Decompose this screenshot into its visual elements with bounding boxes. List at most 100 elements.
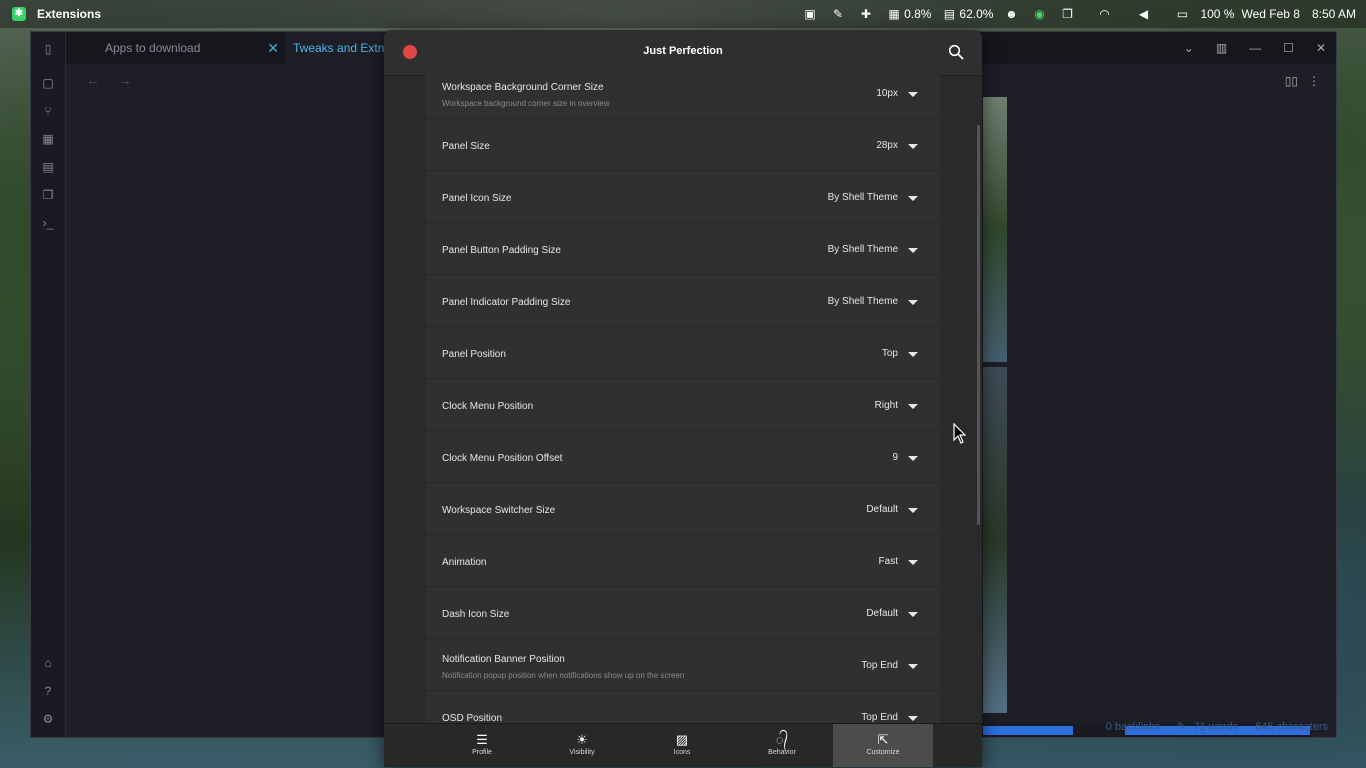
setting-row: Workspace Switcher Size Default <box>426 483 940 535</box>
dropdown-arrow-icon[interactable] <box>908 404 918 409</box>
dropdown-arrow-icon[interactable] <box>908 196 918 201</box>
system-tray: ▣ ✎ ✚ ▦ 0.8% ▤ 62.0% ☻ ◉ ❐ ◠ ◀ ▭ 100 % Wed … <box>792 0 1356 28</box>
setting-dropdown-value[interactable]: Default <box>866 608 898 619</box>
copy-icon[interactable]: ❐ <box>41 188 55 202</box>
setting-dropdown-value[interactable]: By Shell Theme <box>828 192 898 203</box>
dropdown-arrow-icon[interactable] <box>908 508 918 513</box>
tab-visibility[interactable]: ☀ Visibility <box>532 724 632 767</box>
tab-label: Profile <box>472 749 492 756</box>
files-icon[interactable]: ▢ <box>41 76 55 90</box>
canvas-icon[interactable]: ▦ <box>41 132 55 146</box>
volume-indicator[interactable]: ◀ <box>1136 7 1153 21</box>
active-app-name[interactable]: Extensions <box>37 7 101 21</box>
close-window-icon[interactable]: ✕ <box>1316 41 1326 55</box>
more-options-icon[interactable]: ⋮ <box>1308 74 1320 88</box>
back-arrow-icon[interactable]: ← <box>86 72 100 88</box>
setting-dropdown-value[interactable]: Right <box>875 400 898 411</box>
ribbon-sidebar: ▯ ▢ ⑂ ▦ ▤ ❐ ›_ ⌂ ? ⚙ <box>31 32 66 737</box>
wifi-indicator[interactable]: ◠ <box>1097 7 1114 21</box>
speaker-icon: ◀ <box>1138 7 1149 21</box>
cpu-icon: ▦ <box>888 7 900 21</box>
dropdown-arrow-icon[interactable] <box>908 300 918 305</box>
graph-icon[interactable]: ⑂ <box>41 104 55 118</box>
vault-icon[interactable]: ⌂ <box>41 656 55 670</box>
screen-share-indicator[interactable]: ▣ <box>803 7 820 21</box>
sun-icon: ☀ <box>576 732 588 747</box>
terminal-icon[interactable]: ›_ <box>41 216 55 230</box>
battery-indicator[interactable]: ▭ 100 % <box>1175 7 1235 21</box>
sidebar-toggle-icon[interactable]: ▯ <box>41 42 55 56</box>
setting-dropdown-value[interactable]: Top End <box>861 712 898 723</box>
battery-icon: ▭ <box>1176 7 1189 21</box>
setting-dropdown-value[interactable]: Fast <box>879 556 898 567</box>
setting-dropdown-value[interactable]: Top End <box>861 660 898 671</box>
tab-behavior[interactable]: ᭄ Behavior <box>732 724 832 767</box>
bottom-tab-bar: ☰ Profile ☀ Visibility ▨ Icons ᭄ Behavio… <box>384 723 982 767</box>
dropdown-arrow-icon[interactable] <box>908 612 918 617</box>
list-icon: ☰ <box>476 732 488 747</box>
dropdown-arrow-icon[interactable] <box>908 92 918 97</box>
settings-gear-icon[interactable]: ⚙ <box>41 712 55 726</box>
clock-time: 8:50 AM <box>1311 7 1356 21</box>
memory-indicator[interactable]: ▤ 62.0% <box>942 7 994 21</box>
pencil-icon[interactable]: ✎ <box>1177 721 1186 733</box>
whatsapp-icon: ◉ <box>1034 7 1045 21</box>
word-count: 71 words <box>1193 721 1239 733</box>
customize-icon: ⇱ <box>877 732 889 747</box>
emoji-indicator[interactable]: ☻ <box>1004 7 1021 21</box>
top-panel: ✱ Extensions ▣ ✎ ✚ ▦ 0.8% ▤ 62.0% ☻ ◉ ❐ ◠ … <box>0 0 1366 28</box>
setting-label: Panel Icon Size <box>442 193 512 204</box>
minimize-icon[interactable]: — <box>1249 41 1261 55</box>
tab-label: Apps to download <box>105 41 201 55</box>
backlinks-count[interactable]: 0 backlinks <box>1106 721 1160 733</box>
setting-dropdown-value[interactable]: By Shell Theme <box>828 244 898 255</box>
setting-label: Panel Button Padding Size <box>442 245 561 256</box>
dropdown-arrow-icon[interactable] <box>908 716 918 721</box>
setting-label: Workspace Background Corner Size <box>442 82 604 93</box>
help-icon[interactable]: ? <box>41 684 55 698</box>
dropdown-arrow-icon[interactable] <box>908 352 918 357</box>
chevron-down-icon[interactable]: ⌄ <box>1184 41 1194 55</box>
setting-label: Workspace Switcher Size <box>442 505 556 516</box>
dropdown-arrow-icon[interactable] <box>908 456 918 461</box>
setting-dropdown-value[interactable]: By Shell Theme <box>828 296 898 307</box>
embedded-image <box>983 367 1007 713</box>
setting-dropdown-value[interactable]: 9 <box>892 452 898 463</box>
setting-row: Dash Icon Size Default <box>426 587 940 639</box>
tab-customize[interactable]: ⇱ Customize <box>833 724 933 767</box>
setting-dropdown-value[interactable]: Top <box>882 348 898 359</box>
cpu-indicator[interactable]: ▦ 0.8% <box>887 7 931 21</box>
setting-label: Dash Icon Size <box>442 609 510 620</box>
tab-apps-to-download[interactable]: Apps to download ✕ <box>85 32 285 64</box>
dropdown-arrow-icon[interactable] <box>908 560 918 565</box>
clipboard-indicator[interactable]: ❐ <box>1060 7 1077 21</box>
setting-row: Animation Fast <box>426 535 940 587</box>
dropdown-arrow-icon[interactable] <box>908 144 918 149</box>
tab-icons[interactable]: ▨ Icons <box>632 724 732 767</box>
search-icon[interactable] <box>948 44 964 60</box>
forward-arrow-icon[interactable]: → <box>118 72 132 88</box>
whatsapp-indicator[interactable]: ◉ <box>1032 7 1049 21</box>
dropdown-arrow-icon[interactable] <box>908 664 918 669</box>
setting-dropdown-value[interactable]: 10px <box>876 88 898 99</box>
setting-row: OSD Position Top End <box>426 691 940 723</box>
dropdown-arrow-icon[interactable] <box>908 248 918 253</box>
extensions-indicator[interactable]: ✚ <box>859 7 876 21</box>
clock[interactable]: Wed Feb 8 8:50 AM <box>1241 7 1356 21</box>
setting-row: Panel Icon Size By Shell Theme <box>426 171 940 223</box>
setting-row: Panel Indicator Padding Size By Shell The… <box>426 275 940 327</box>
calendar-icon[interactable]: ▤ <box>41 160 55 174</box>
tab-profile[interactable]: ☰ Profile <box>432 724 532 767</box>
split-view-icon[interactable]: ▥ <box>1216 41 1227 55</box>
maximize-icon[interactable]: ☐ <box>1283 41 1294 55</box>
setting-label: Panel Size <box>442 141 490 152</box>
color-picker-indicator[interactable]: ✎ <box>831 7 848 21</box>
face-icon: ☻ <box>1005 7 1018 21</box>
dialog-title: Just Perfection <box>643 45 723 57</box>
reading-mode-icon[interactable]: ▯▯ <box>1285 74 1298 88</box>
setting-dropdown-value[interactable]: 28px <box>876 140 898 151</box>
setting-label: OSD Position <box>442 713 503 723</box>
close-tab-icon[interactable]: ✕ <box>267 32 279 64</box>
setting-dropdown-value[interactable]: Default <box>866 504 898 515</box>
scrollbar[interactable] <box>977 125 980 525</box>
